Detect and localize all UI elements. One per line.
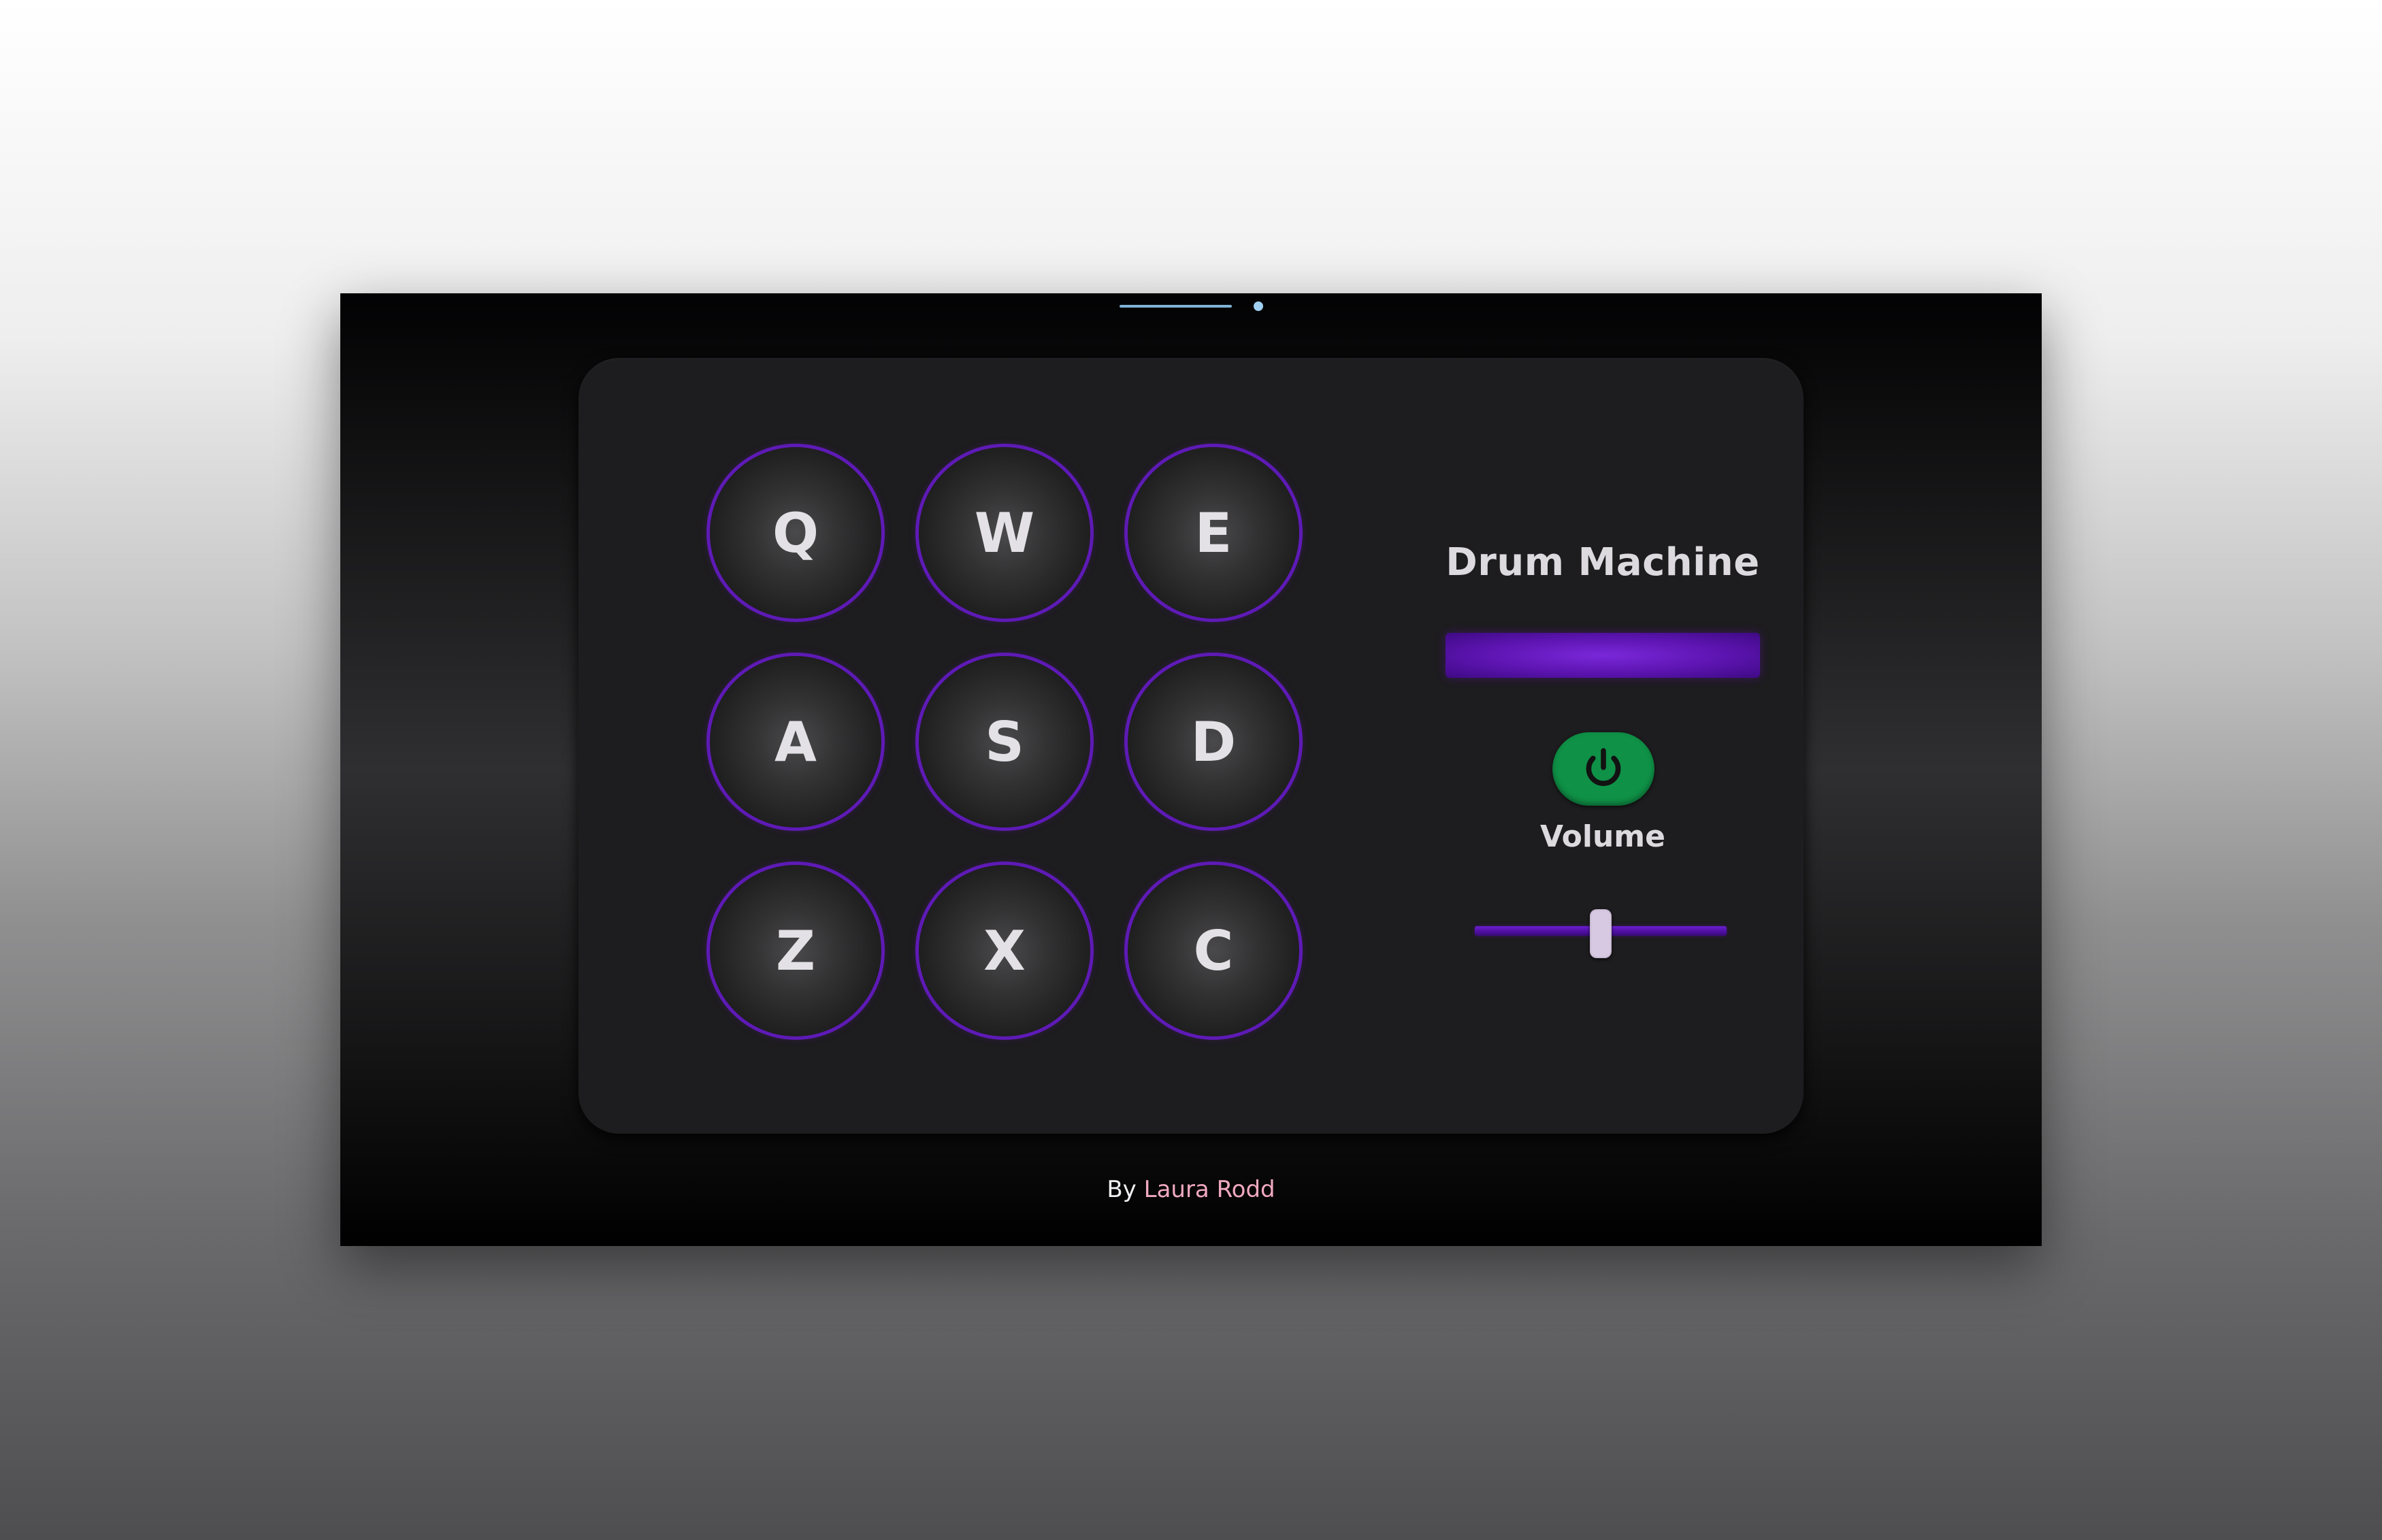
app-title: Drum Machine (1446, 540, 1760, 585)
controls-panel: Drum Machine Volume (1443, 358, 1763, 1134)
author-link[interactable]: Laura Rodd (1144, 1176, 1275, 1203)
drum-pad-w[interactable]: W (915, 444, 1094, 622)
volume-slider[interactable] (1475, 909, 1727, 958)
indicator-dot (1254, 301, 1263, 311)
indicator-line (1120, 305, 1232, 308)
drum-pad-a[interactable]: A (706, 653, 885, 831)
app-window: Q W E A S D Z X C Drum Machine Volume By… (340, 293, 2042, 1246)
drum-pad-q[interactable]: Q (706, 444, 885, 622)
drum-machine: Q W E A S D Z X C Drum Machine Volume (578, 358, 1804, 1134)
drum-pad-grid: Q W E A S D Z X C (706, 444, 1303, 1040)
credit-footer: By Laura Rodd (340, 1176, 2042, 1203)
top-indicator (1120, 301, 1263, 311)
power-button[interactable] (1552, 732, 1654, 806)
drum-pad-c[interactable]: C (1124, 862, 1303, 1040)
drum-pad-z[interactable]: Z (706, 862, 885, 1040)
credit-by-label: By (1107, 1176, 1137, 1203)
power-icon (1586, 748, 1621, 786)
drum-pad-e[interactable]: E (1124, 444, 1303, 622)
drum-pad-d[interactable]: D (1124, 653, 1303, 831)
drum-pad-s[interactable]: S (915, 653, 1094, 831)
drum-pad-x[interactable]: X (915, 862, 1094, 1040)
sound-display (1446, 633, 1760, 678)
volume-slider-thumb[interactable] (1590, 909, 1612, 958)
volume-label: Volume (1540, 819, 1665, 854)
